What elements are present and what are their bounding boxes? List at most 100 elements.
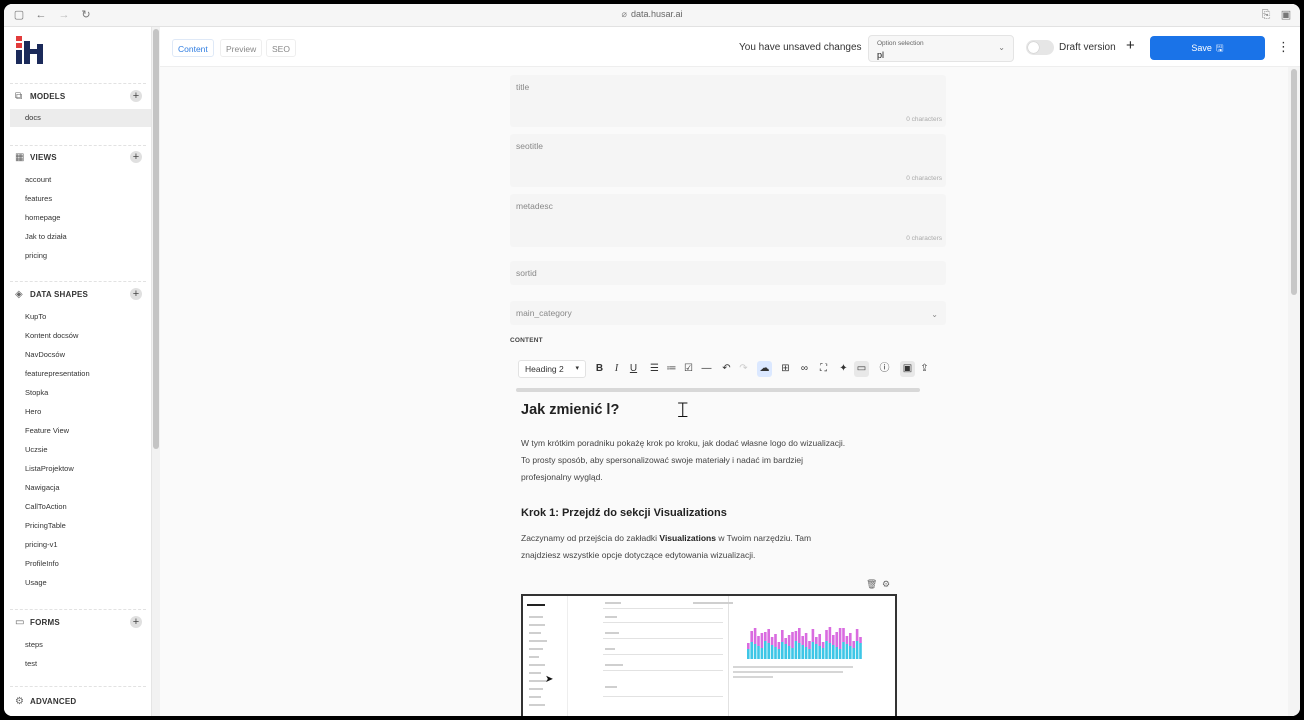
tab-seo[interactable]: SEO: [266, 39, 296, 57]
bold-run: Visualizations: [659, 533, 716, 543]
add-shape-button[interactable]: +: [130, 288, 142, 300]
divider: [10, 83, 146, 84]
sidebar-item-shape[interactable]: CallToAction: [25, 502, 67, 511]
gear-icon[interactable]: ⚙: [882, 579, 890, 590]
sidebar-item-shape[interactable]: pricing-v1: [25, 540, 58, 549]
more-options-icon[interactable]: ⋮: [1277, 39, 1290, 55]
doc-subheading[interactable]: Krok 1: Przejdź do sekcji Visualizations: [521, 507, 911, 519]
image-chart-bar: [825, 630, 828, 641]
trash-icon[interactable]: 🗑: [866, 579, 877, 590]
sidebar-item-shape[interactable]: Kontent docsów: [25, 331, 78, 340]
scrollbar-thumb[interactable]: [1291, 69, 1297, 295]
image-chart-bar: [815, 637, 818, 644]
upload-icon[interactable]: ☁: [757, 361, 772, 377]
editor-scrollbar[interactable]: [516, 388, 920, 392]
redo-icon[interactable]: ↷: [736, 361, 751, 377]
seotitle-field[interactable]: seotitle 0 characters: [510, 134, 946, 187]
doc-paragraph-2[interactable]: Zaczynamy od przejścia do zakładki Visua…: [521, 530, 911, 564]
sidebar-item-shape[interactable]: PricingTable: [25, 521, 66, 530]
sidebar-item-test[interactable]: test: [25, 659, 37, 668]
tab-content[interactable]: Content: [172, 39, 214, 57]
sidebar-item-account[interactable]: account: [25, 175, 51, 184]
sortid-field[interactable]: sortid: [510, 261, 946, 285]
tab-preview[interactable]: Preview: [220, 39, 263, 57]
paragraph-line: W tym krótkim poradniku pokażę krok po k…: [521, 438, 846, 448]
sidebar-item-pricing[interactable]: pricing: [25, 251, 47, 260]
heading-select[interactable]: Heading 2 ▾: [518, 360, 586, 378]
sidebar-item-docs[interactable]: docs: [10, 109, 152, 127]
fullscreen-icon[interactable]: ⛶: [816, 361, 831, 377]
image-text-line: [529, 664, 545, 666]
image-text-line: [529, 688, 543, 690]
sidebar-item-shape[interactable]: KupTo: [25, 312, 46, 321]
sidebar-item-shape[interactable]: ProfileInfo: [25, 559, 59, 568]
share-icon[interactable]: ⎘: [1260, 9, 1272, 21]
field-label: metadesc: [516, 201, 553, 211]
divider: [10, 145, 146, 146]
link-icon[interactable]: ∞: [797, 361, 812, 377]
image-line: [603, 670, 723, 671]
divider: [10, 686, 146, 687]
draft-toggle[interactable]: [1026, 40, 1054, 55]
metadesc-field[interactable]: metadesc 0 characters: [510, 194, 946, 247]
ordered-list-icon[interactable]: ≔: [664, 361, 679, 377]
scrollbar-thumb[interactable]: [153, 29, 159, 449]
table-icon[interactable]: ⊞: [778, 361, 793, 377]
image-chart-bar: [821, 642, 825, 648]
paragraph-line: To prosty sposób, aby spersonalizować sw…: [521, 455, 804, 465]
image-chart-bar: [838, 649, 842, 659]
image-chart-bar: [791, 648, 794, 659]
section-advanced[interactable]: ⚙ ADVANCED: [4, 693, 151, 711]
save-button[interactable]: Save 🖫: [1150, 36, 1265, 60]
floppy-icon: 🖫: [1215, 43, 1224, 53]
image-chart-bar: [821, 648, 825, 659]
sidebar-item-features[interactable]: features: [25, 194, 52, 203]
add-button[interactable]: +: [1126, 37, 1135, 54]
image-chart-bar: [818, 646, 821, 659]
embedded-screenshot-image[interactable]: ➤: [521, 594, 897, 716]
title-field[interactable]: title 0 characters: [510, 75, 946, 127]
magic-icon[interactable]: ✦: [836, 361, 851, 377]
italic-icon[interactable]: I: [609, 361, 624, 377]
info-icon[interactable]: ⓘ: [877, 361, 892, 377]
sidebar-item-shape[interactable]: ListaProjektow: [25, 464, 74, 473]
sidebar-scrollbar[interactable]: [151, 27, 160, 716]
option-selection-dropdown[interactable]: Option selection pl ⌄: [868, 35, 1014, 62]
sidebar-item-shape[interactable]: Usage: [25, 578, 47, 587]
bullet-list-icon[interactable]: ☰: [647, 361, 662, 377]
underline-icon[interactable]: U: [626, 361, 641, 377]
image-icon[interactable]: ▣: [900, 361, 915, 377]
image-chart-bar: [784, 644, 787, 659]
address-bar[interactable]: ⌀ data.husar.ai: [4, 9, 1300, 20]
image-text-line: [605, 602, 621, 604]
undo-icon[interactable]: ↶: [719, 361, 734, 377]
main-scrollbar[interactable]: [1288, 67, 1300, 716]
sidebar-item-shape[interactable]: Nawigacja: [25, 483, 60, 492]
tabs-icon[interactable]: ▣: [1280, 9, 1292, 21]
bold-icon[interactable]: B: [592, 361, 607, 377]
image-chart-bar: [825, 641, 828, 659]
add-form-button[interactable]: +: [130, 616, 142, 628]
image-chart-bar: [787, 646, 791, 659]
sidebar-item-shape[interactable]: NavDocsów: [25, 350, 65, 359]
sidebar-item-shape[interactable]: featurepresentation: [25, 369, 90, 378]
image-chart-bar: [832, 645, 835, 659]
doc-paragraph-1[interactable]: W tym krótkim poradniku pokażę krok po k…: [521, 435, 911, 486]
monitor-icon[interactable]: ▭: [854, 361, 869, 377]
horizontal-rule-icon[interactable]: —: [699, 361, 714, 377]
checklist-icon[interactable]: ☑: [681, 361, 696, 377]
sidebar-item-shape[interactable]: Stopka: [25, 388, 48, 397]
main-category-select[interactable]: main_category ⌄: [510, 301, 946, 325]
export-icon[interactable]: ⇪: [917, 361, 932, 377]
sidebar-item-homepage[interactable]: homepage: [25, 213, 60, 222]
add-model-button[interactable]: +: [130, 90, 142, 102]
doc-heading[interactable]: Jak zmienić l?: [521, 402, 911, 418]
sidebar-item-shape[interactable]: Hero: [25, 407, 41, 416]
sidebar-item-jak-to-dziala[interactable]: Jak to działa: [25, 232, 67, 241]
image-chart-bar: [808, 649, 811, 659]
add-view-button[interactable]: +: [130, 151, 142, 163]
sidebar-item-steps[interactable]: steps: [25, 640, 43, 649]
sidebar-item-shape[interactable]: Uczsie: [25, 445, 48, 454]
sidebar-item-shape[interactable]: Feature View: [25, 426, 69, 435]
sidebar: ⧉ MODELS + docs ▦ VIEWS + account featur…: [4, 27, 152, 716]
